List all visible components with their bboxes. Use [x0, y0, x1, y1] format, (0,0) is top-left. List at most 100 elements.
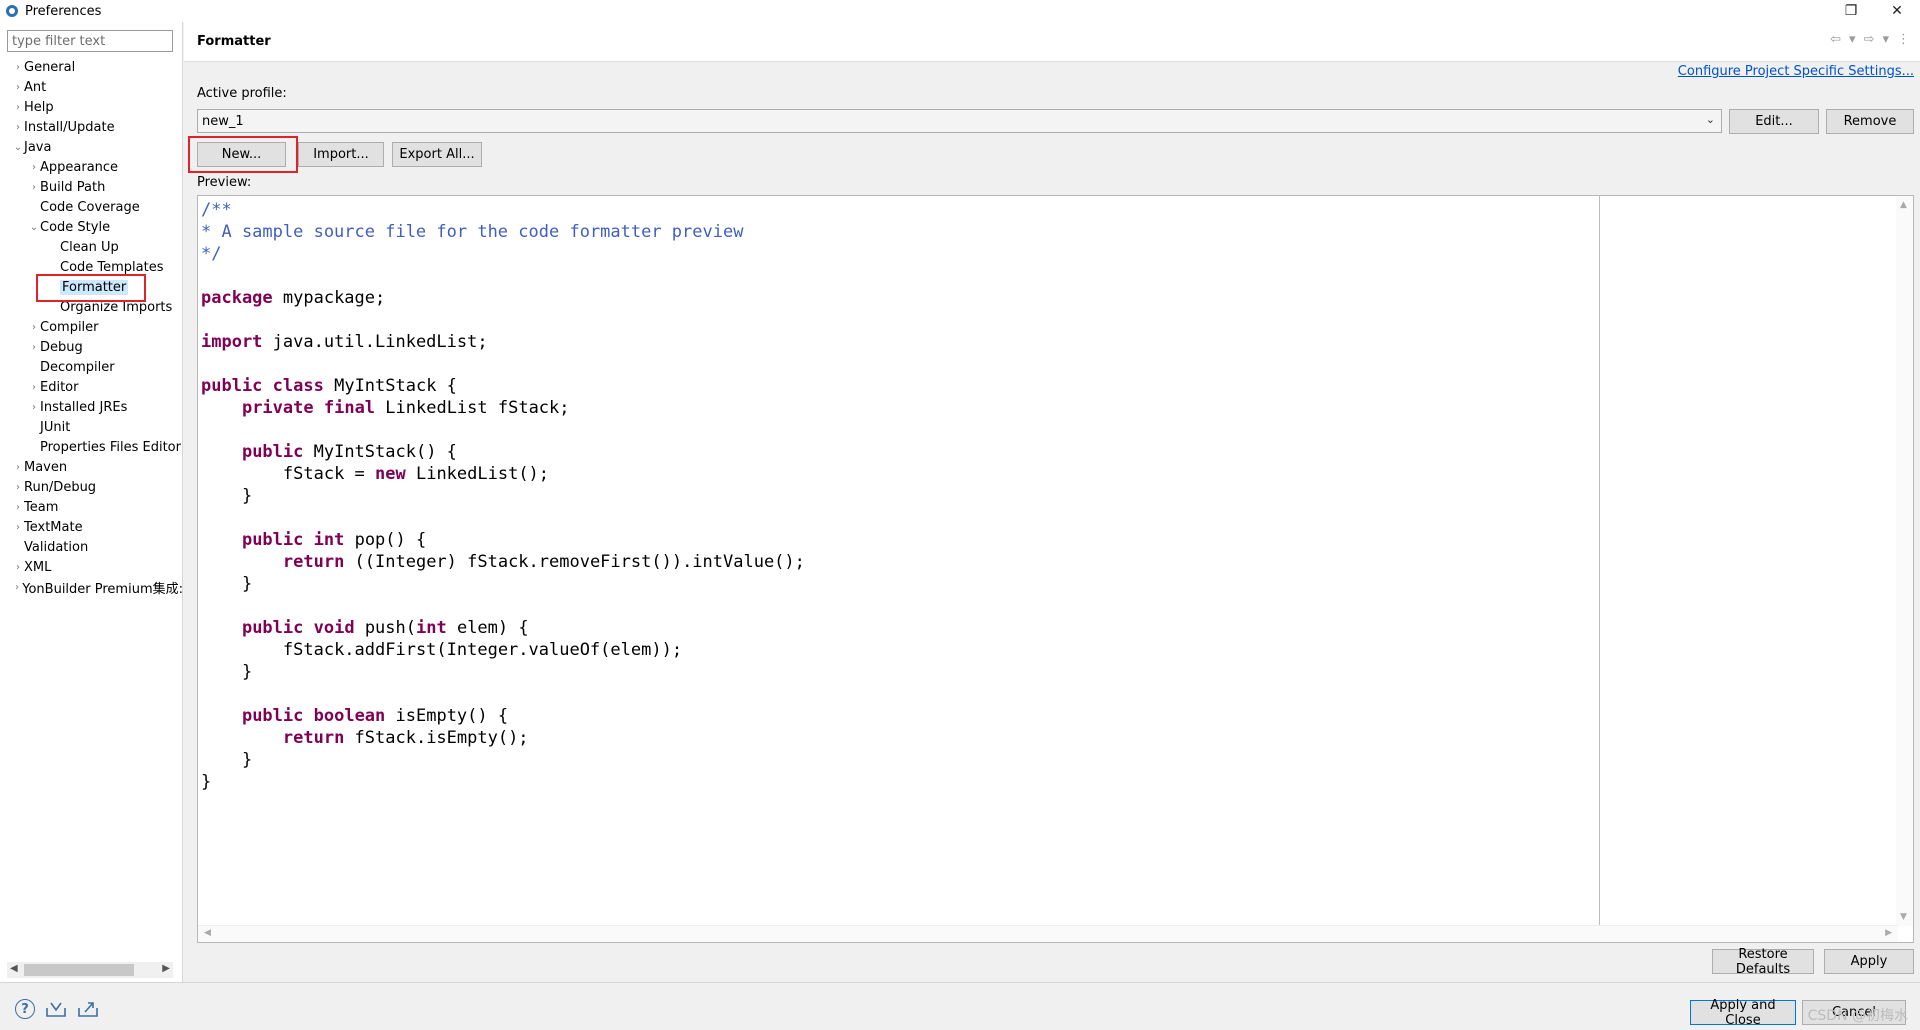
expand-arrow-icon[interactable]: › [28, 342, 40, 353]
code-preview[interactable]: /** * A sample source file for the code … [197, 195, 1914, 943]
tree-item-label: Decompiler [40, 359, 115, 375]
tree-horizontal-scrollbar[interactable]: ◀ ▶ [7, 962, 173, 978]
tree-item-ant[interactable]: › Ant [12, 77, 46, 97]
help-icon[interactable]: ? [15, 999, 35, 1019]
tree-item-compiler[interactable]: › Compiler [28, 317, 99, 337]
export-preferences-icon[interactable] [77, 1000, 99, 1018]
tree-item-java[interactable]: ⌄ Java [12, 137, 52, 157]
tree-item-editor[interactable]: › Editor [28, 377, 78, 397]
window-title: Preferences [25, 3, 102, 19]
tree-item-decompiler[interactable]: Decompiler [28, 357, 115, 377]
scroll-left-icon[interactable]: ◀ [10, 963, 18, 974]
expand-arrow-icon[interactable]: › [28, 322, 40, 333]
expand-arrow-icon[interactable]: › [28, 402, 40, 413]
keyword: public [241, 442, 304, 462]
export-all-button[interactable]: Export All... [392, 142, 482, 167]
keyword: class [272, 376, 324, 396]
restore-button[interactable]: ❐ [1828, 0, 1874, 22]
keyword: public [241, 530, 304, 550]
tree-item-team[interactable]: › Team [12, 497, 58, 517]
preview-vertical-scrollbar[interactable]: ▲ ▼ [1896, 196, 1913, 926]
tree-item-properties-files-editor[interactable]: Properties Files Editor [28, 437, 181, 457]
expand-arrow-icon[interactable]: › [12, 582, 22, 593]
expand-arrow-icon[interactable]: › [12, 482, 24, 493]
keyword: new [375, 464, 406, 484]
configure-project-settings-link[interactable]: Configure Project Specific Settings... [1678, 64, 1914, 79]
print-margin-line [1599, 196, 1600, 926]
close-button[interactable]: ✕ [1874, 0, 1920, 22]
tree-item-junit[interactable]: JUnit [28, 417, 70, 437]
expand-arrow-icon[interactable]: › [12, 62, 24, 73]
code-text: java.util.LinkedList; [262, 332, 488, 352]
code-text: ((Integer) fStack.removeFirst()).intValu… [344, 552, 805, 572]
expand-arrow-icon[interactable]: › [12, 122, 24, 133]
expand-arrow-icon[interactable]: › [28, 182, 40, 193]
tree-item-installed-jres[interactable]: › Installed JREs [28, 397, 127, 417]
code-text: } [241, 486, 253, 506]
tree-item-help[interactable]: › Help [12, 97, 54, 117]
restore-defaults-button[interactable]: Restore Defaults [1712, 947, 1814, 977]
comment-line: * A sample source file for the code form… [201, 222, 744, 242]
back-icon[interactable]: ⇦ [1830, 32, 1841, 47]
tree-item-yonbuilder[interactable]: › YonBuilder Premium集成: [12, 577, 183, 597]
tree-item-label: Java [24, 139, 52, 155]
apply-button[interactable]: Apply [1824, 949, 1914, 974]
tree-item-build-path[interactable]: › Build Path [28, 177, 105, 197]
back-menu-chevron-icon[interactable]: ▾ [1849, 32, 1856, 47]
tree-item-debug[interactable]: › Debug [28, 337, 83, 357]
tree-item-code-coverage[interactable]: Code Coverage [28, 197, 140, 217]
code-preview-text: /** * A sample source file for the code … [201, 199, 805, 793]
import-preferences-icon[interactable] [45, 1000, 67, 1018]
edit-button[interactable]: Edit... [1729, 109, 1819, 134]
comment-line: /** [201, 200, 232, 220]
tree-item-xml[interactable]: › XML [12, 557, 51, 577]
scroll-down-icon[interactable]: ▼ [1900, 912, 1907, 922]
apply-and-close-button[interactable]: Apply and Close [1690, 998, 1796, 1028]
scrollbar-thumb[interactable] [24, 964, 134, 976]
tree-item-label: Code Coverage [40, 199, 140, 215]
expand-arrow-icon[interactable]: › [12, 522, 24, 533]
expand-arrow-icon[interactable]: › [12, 562, 24, 573]
remove-button[interactable]: Remove [1826, 109, 1914, 134]
import-button[interactable]: Import... [298, 142, 384, 167]
code-text: LinkedList fStack; [375, 398, 570, 418]
filter-input[interactable] [7, 30, 173, 52]
tree-item-appearance[interactable]: › Appearance [28, 157, 118, 177]
forward-icon[interactable]: ⇨ [1864, 32, 1875, 47]
tree-item-label: Code Style [40, 219, 111, 235]
collapse-arrow-icon[interactable]: ⌄ [28, 222, 40, 233]
expand-arrow-icon[interactable]: › [28, 382, 40, 393]
scroll-left-icon[interactable]: ◀ [204, 928, 211, 938]
highlight-box-new [188, 136, 298, 173]
forward-menu-chevron-icon[interactable]: ▾ [1882, 32, 1889, 47]
code-text: } [241, 750, 253, 770]
tree-item-clean-up[interactable]: Clean Up [48, 237, 119, 257]
tree-item-textmate[interactable]: › TextMate [12, 517, 83, 537]
tree-item-run-debug[interactable]: › Run/Debug [12, 477, 96, 497]
expand-arrow-icon[interactable]: › [12, 82, 24, 93]
collapse-arrow-icon[interactable]: ⌄ [12, 142, 24, 153]
active-profile-label: Active profile: [197, 86, 287, 101]
tree-item-install-update[interactable]: › Install/Update [12, 117, 115, 137]
expand-arrow-icon[interactable]: › [12, 102, 24, 113]
scroll-right-icon[interactable]: ▶ [1885, 928, 1892, 938]
tree-item-validation[interactable]: Validation [12, 537, 88, 557]
tree-item-label: Compiler [40, 319, 99, 335]
expand-arrow-icon[interactable]: › [28, 162, 40, 173]
more-menu-icon[interactable]: ⋮ [1897, 32, 1910, 47]
expand-arrow-icon[interactable]: › [12, 462, 24, 473]
tree-item-code-style[interactable]: ⌄ Code Style [28, 217, 110, 237]
expand-arrow-icon[interactable]: › [12, 502, 24, 513]
highlight-box-formatter [36, 274, 146, 302]
tree-item-general[interactable]: › General [12, 57, 75, 77]
tree-item-maven[interactable]: › Maven [12, 457, 67, 477]
keyword: int [416, 618, 447, 638]
preview-horizontal-scrollbar[interactable]: ◀ ▶ [198, 925, 1898, 942]
scroll-up-icon[interactable]: ▲ [1900, 200, 1907, 210]
keyword: public [241, 706, 304, 726]
active-profile-select[interactable]: new_1 ⌄ [197, 109, 1722, 133]
keyword: import [201, 332, 263, 352]
scroll-right-icon[interactable]: ▶ [162, 963, 170, 974]
keyword: int [313, 530, 345, 550]
code-text: LinkedList(); [405, 464, 550, 484]
